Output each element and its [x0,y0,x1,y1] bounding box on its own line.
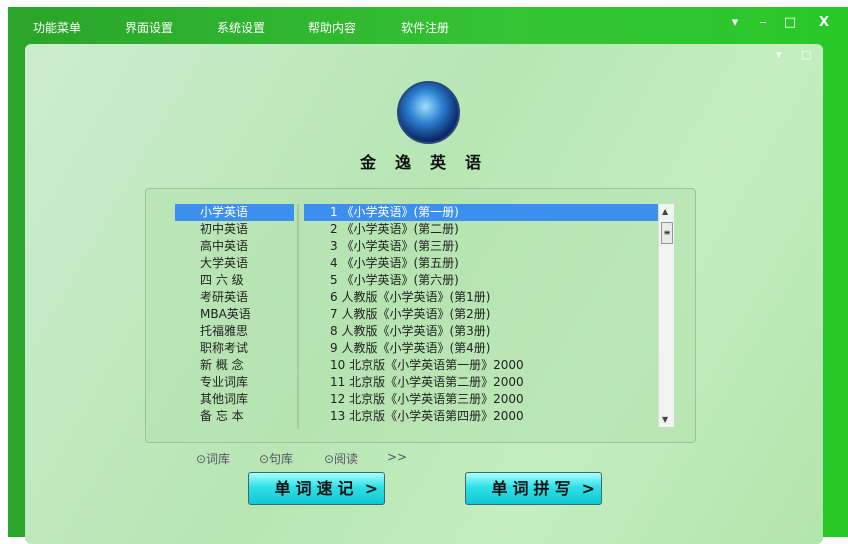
book-item[interactable]: 9 人教版《小学英语》(第4册) [304,340,658,357]
option-more[interactable]: >> [387,450,407,464]
book-list-scrollbar[interactable]: ▲ ≡ ▼ [658,204,674,427]
scroll-up-icon[interactable]: ▲ [662,207,668,216]
category-item[interactable]: 托福雅思 [175,323,294,340]
book-item[interactable]: 1 《小学英语》(第一册) [304,204,658,221]
app-title: 金逸英语 [360,153,501,172]
book-item[interactable]: 8 人教版《小学英语》(第3册) [304,323,658,340]
book-item[interactable]: 12 北京版《小学英语第三册》2000 [304,391,658,408]
category-item[interactable]: 专业词库 [175,374,294,391]
category-item[interactable]: 考研英语 [175,289,294,306]
button-label: 单词拼写 [491,479,576,498]
category-item[interactable]: 高中英语 [175,238,294,255]
dropdown-icon[interactable]: ▾ [725,15,745,30]
book-item[interactable]: 4 《小学英语》(第五册) [304,255,658,272]
button-label: 单词速记 [274,479,359,498]
menu-system[interactable]: 系统设置 [217,19,265,36]
category-item[interactable]: 四 六 级 [175,272,294,289]
list-divider [297,204,299,429]
category-item[interactable]: 小学英语 [175,204,294,221]
book-item[interactable]: 11 北京版《小学英语第二册》2000 [304,374,658,391]
category-item[interactable]: 其他词库 [175,391,294,408]
minimize-button[interactable]: – [753,15,773,30]
book-item[interactable]: 2 《小学英语》(第二册) [304,221,658,238]
maximize-button[interactable]: □ [780,15,800,30]
category-item[interactable]: 职称考试 [175,340,294,357]
category-item[interactable]: 大学英语 [175,255,294,272]
book-item[interactable]: 10 北京版《小学英语第一册》2000 [304,357,658,374]
chevron-right-icon: > [364,479,378,498]
category-item[interactable]: 初中英语 [175,221,294,238]
book-list: 1 《小学英语》(第一册) 2 《小学英语》(第二册) 3 《小学英语》(第三册… [304,204,658,425]
option-vocabulary[interactable]: ⊙词库 [196,450,230,467]
menu-function[interactable]: 功能菜单 [33,19,81,36]
scroll-thumb[interactable]: ≡ [661,222,673,244]
book-item[interactable]: 6 人教版《小学英语》(第1册) [304,289,658,306]
close-button[interactable]: X [814,15,834,30]
menu-register[interactable]: 软件注册 [401,19,449,36]
panel-dropdown-icon[interactable]: ▾ [776,48,782,61]
chevron-right-icon: > [581,479,595,498]
option-reading[interactable]: ⊙阅读 [324,450,358,467]
book-item[interactable]: 3 《小学英语》(第三册) [304,238,658,255]
category-list: 小学英语 初中英语 高中英语 大学英语 四 六 级 考研英语 MBA英语 托福雅… [175,204,294,425]
book-item[interactable]: 5 《小学英语》(第六册) [304,272,658,289]
option-sentences[interactable]: ⊙句库 [259,450,293,467]
menu-interface[interactable]: 界面设置 [125,19,173,36]
category-item[interactable]: 备 忘 本 [175,408,294,425]
word-spelling-button[interactable]: 单词拼写 > [465,472,602,505]
book-item[interactable]: 7 人教版《小学英语》(第2册) [304,306,658,323]
app-logo-head-icon [397,81,460,144]
category-item[interactable]: 新 概 念 [175,357,294,374]
category-item[interactable]: MBA英语 [175,306,294,323]
book-item[interactable]: 13 北京版《小学英语第四册》2000 [304,408,658,425]
menu-help[interactable]: 帮助内容 [308,19,356,36]
word-memorize-button[interactable]: 单词速记 > [248,472,385,505]
scroll-down-icon[interactable]: ▼ [662,415,668,424]
panel-maximize-icon[interactable]: □ [801,48,811,61]
